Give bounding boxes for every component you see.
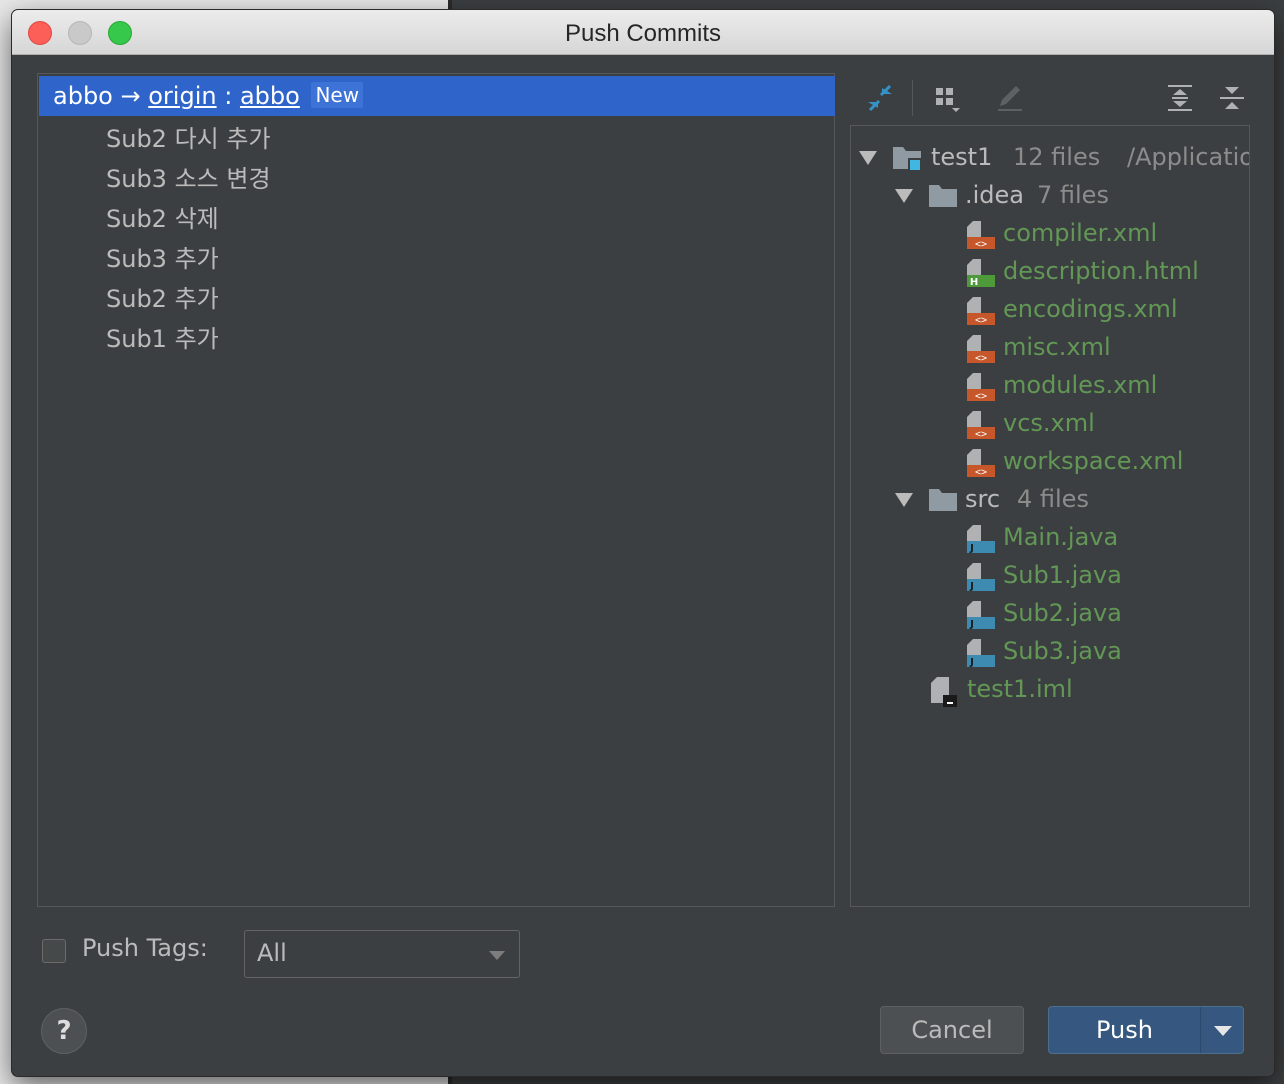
collapse-all-icon[interactable] — [1216, 82, 1248, 114]
folder-count: 7 files — [1037, 181, 1109, 209]
group-by-icon[interactable] — [932, 82, 964, 114]
file-name: description.html — [1003, 257, 1199, 285]
xml-file-icon: <> — [967, 335, 995, 364]
push-button[interactable]: Push — [1048, 1006, 1200, 1054]
expand-arrow-icon[interactable] — [895, 189, 913, 203]
xml-file-icon: <> — [967, 221, 995, 250]
cancel-button[interactable]: Cancel — [880, 1006, 1024, 1054]
xml-file-icon: <> — [967, 373, 995, 402]
svg-text:<>: <> — [975, 315, 987, 326]
commit-item[interactable]: Sub2 추가 — [106, 279, 219, 314]
tree-root-path: /Applicatio — [1127, 143, 1250, 171]
push-commits-dialog: Push Commits abbo → origin : abbo New Su… — [12, 10, 1274, 1076]
file-name: Main.java — [1003, 523, 1119, 551]
xml-file-icon: <> — [967, 411, 995, 440]
svg-text:<>: <> — [975, 353, 987, 364]
dialog-title: Push Commits — [564, 20, 722, 47]
iml-file-icon — [931, 677, 957, 707]
edit-source-icon[interactable] — [994, 82, 1026, 114]
file-name: Sub1.java — [1003, 561, 1122, 589]
svg-text:J: J — [969, 581, 974, 592]
expand-all-icon[interactable] — [1164, 82, 1196, 114]
branch-separator: : — [224, 82, 233, 110]
file-name: encodings.xml — [1003, 295, 1178, 323]
commit-item[interactable]: Sub2 삭제 — [106, 199, 219, 234]
chevron-down-icon — [489, 951, 505, 960]
java-file-icon: J — [967, 639, 995, 668]
file-name: Sub3.java — [1003, 637, 1122, 665]
file-name: Sub2.java — [1003, 599, 1122, 627]
push-tags-value: All — [257, 939, 287, 967]
branch-row[interactable]: abbo → origin : abbo New — [39, 76, 835, 116]
file-name: workspace.xml — [1003, 447, 1184, 475]
changes-toolbar — [852, 74, 1262, 120]
svg-text:J: J — [969, 657, 974, 668]
svg-text:<>: <> — [975, 429, 987, 440]
xml-file-icon: <> — [967, 449, 995, 478]
folder-name: src — [965, 485, 1001, 513]
help-button[interactable]: ? — [41, 1008, 87, 1054]
folder-count: 4 files — [1017, 485, 1089, 513]
folder-icon — [929, 185, 957, 207]
java-file-icon: J — [967, 525, 995, 554]
commits-list[interactable]: abbo → origin : abbo New Sub2 다시 추가 Sub3… — [37, 73, 835, 907]
commit-item[interactable]: Sub3 소스 변경 — [106, 159, 271, 194]
module-folder-icon — [893, 147, 922, 172]
expand-arrow-icon[interactable] — [859, 151, 877, 165]
remote-branch-link[interactable]: abbo — [240, 82, 300, 110]
toolbar-separator — [912, 80, 913, 116]
folder-name: .idea — [965, 181, 1025, 209]
remote-link[interactable]: origin — [148, 82, 216, 110]
java-file-icon: J — [967, 601, 995, 630]
expand-arrow-icon[interactable] — [895, 493, 913, 507]
file-name: vcs.xml — [1003, 409, 1095, 437]
new-branch-badge: New — [311, 82, 364, 108]
tree-root-node[interactable]: test1 12 files /Applicatio — [859, 139, 1250, 175]
xml-file-icon: <> — [967, 297, 995, 326]
commit-item[interactable]: Sub2 다시 추가 — [106, 119, 271, 154]
file-name: compiler.xml — [1003, 219, 1158, 247]
tree-root-name: test1 — [931, 143, 993, 171]
push-tags-label: Push Tags: — [82, 934, 208, 962]
commit-item[interactable]: Sub3 추가 — [106, 239, 219, 274]
chevron-down-icon — [1214, 1026, 1232, 1036]
file-name: modules.xml — [1003, 371, 1158, 399]
svg-text:<>: <> — [975, 467, 987, 478]
src-folder-node[interactable]: src 4 files — [895, 481, 1249, 517]
svg-text:<>: <> — [975, 239, 987, 250]
svg-text:J: J — [969, 543, 974, 554]
push-options-dropdown-button[interactable] — [1200, 1006, 1244, 1054]
local-branch: abbo — [53, 82, 113, 110]
svg-text:J: J — [969, 619, 974, 630]
push-tags-select[interactable]: All — [244, 930, 520, 978]
commit-item[interactable]: Sub1 추가 — [106, 319, 219, 354]
svg-text:H: H — [970, 277, 978, 288]
html-file-icon: H — [967, 259, 995, 288]
folder-icon — [929, 489, 957, 511]
svg-text:<>: <> — [975, 391, 987, 402]
file-name: misc.xml — [1003, 333, 1111, 361]
show-diff-icon[interactable] — [864, 82, 896, 114]
branch-arrow: → — [120, 82, 141, 110]
file-name: test1.iml — [967, 675, 1073, 703]
tree-root-count: 12 files — [1013, 143, 1101, 171]
push-tags-checkbox[interactable] — [42, 939, 66, 963]
title-bar: Push Commits — [12, 10, 1274, 55]
java-file-icon: J — [967, 563, 995, 592]
changed-files-tree[interactable]: test1 12 files /Applicatio .idea 7 files… — [850, 125, 1250, 907]
button-divider — [1200, 1007, 1201, 1053]
idea-folder-node[interactable]: .idea 7 files — [895, 177, 1249, 213]
